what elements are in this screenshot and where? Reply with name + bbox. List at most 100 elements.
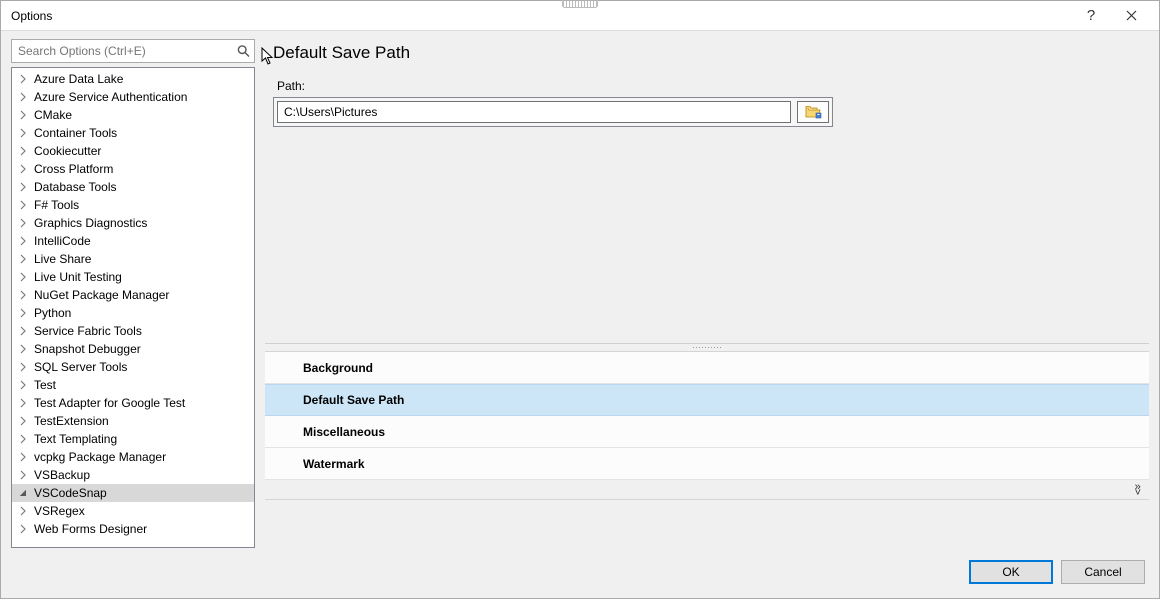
tree-item[interactable]: NuGet Package Manager: [12, 286, 254, 304]
tree-item[interactable]: Web Forms Designer: [12, 520, 254, 538]
chevron-expanded-icon[interactable]: [18, 488, 28, 498]
chevron-right-icon[interactable]: [18, 506, 28, 516]
chevron-right-icon[interactable]: [18, 218, 28, 228]
chevron-right-icon[interactable]: [18, 434, 28, 444]
section-list: BackgroundDefault Save PathMiscellaneous…: [265, 351, 1149, 480]
folder-open-icon: [805, 105, 822, 119]
chevron-right-icon[interactable]: [18, 362, 28, 372]
overflow-row: »˅: [265, 480, 1149, 500]
chevron-right-icon[interactable]: [18, 380, 28, 390]
tree-item-label: Azure Data Lake: [34, 72, 123, 86]
chevron-right-icon[interactable]: [18, 110, 28, 120]
tree-item[interactable]: Python: [12, 304, 254, 322]
tree-item[interactable]: Database Tools: [12, 178, 254, 196]
tree-item[interactable]: Test Adapter for Google Test: [12, 394, 254, 412]
chevron-right-icon[interactable]: [18, 290, 28, 300]
content-area: Azure Data Lake Azure Service Authenticat…: [1, 31, 1159, 554]
path-prefix: C:\Users\: [284, 105, 334, 119]
search-icon: [237, 45, 250, 58]
chevron-right-icon[interactable]: [18, 344, 28, 354]
tree-item[interactable]: Graphics Diagnostics: [12, 214, 254, 232]
dialog-footer: OK Cancel: [1, 554, 1159, 598]
path-row: C:\Users\Pictures: [273, 97, 833, 127]
tree-item[interactable]: IntelliCode: [12, 232, 254, 250]
titlebar-grip: [562, 0, 598, 8]
options-tree[interactable]: Azure Data Lake Azure Service Authenticat…: [11, 67, 255, 548]
chevron-right-icon[interactable]: [18, 236, 28, 246]
tree-item-label: CMake: [34, 108, 72, 122]
chevron-right-icon[interactable]: [18, 326, 28, 336]
section-item[interactable]: Background: [265, 352, 1149, 384]
left-column: Azure Data Lake Azure Service Authenticat…: [11, 39, 255, 548]
tree-item-label: vcpkg Package Manager: [34, 450, 166, 464]
splitter-grip[interactable]: [265, 343, 1149, 351]
tree-item[interactable]: Azure Data Lake: [12, 70, 254, 88]
tree-item-label: Test Adapter for Google Test: [34, 396, 185, 410]
page-heading: Default Save Path: [265, 39, 1149, 73]
tree-item-label: Snapshot Debugger: [34, 342, 141, 356]
close-icon: [1126, 10, 1137, 21]
chevron-right-icon[interactable]: [18, 146, 28, 156]
tree-item[interactable]: Text Templating: [12, 430, 254, 448]
tree-item-label: Container Tools: [34, 126, 117, 140]
tree-item[interactable]: Service Fabric Tools: [12, 322, 254, 340]
chevron-right-icon[interactable]: [18, 524, 28, 534]
tree-item-label: NuGet Package Manager: [34, 288, 169, 302]
tree-item[interactable]: VSCodeSnap: [12, 484, 254, 502]
path-group: Path: C:\Users\Pictures: [273, 73, 1149, 127]
tree-item-label: SQL Server Tools: [34, 360, 127, 374]
tree-item[interactable]: vcpkg Package Manager: [12, 448, 254, 466]
panel-spacer: [265, 127, 1149, 343]
tree-item[interactable]: SQL Server Tools: [12, 358, 254, 376]
tree-item-label: Text Templating: [34, 432, 117, 446]
tree-item[interactable]: Live Unit Testing: [12, 268, 254, 286]
path-input[interactable]: C:\Users\Pictures: [277, 101, 791, 123]
tree-item-label: TestExtension: [34, 414, 109, 428]
tree-item[interactable]: VSBackup: [12, 466, 254, 484]
tree-item[interactable]: TestExtension: [12, 412, 254, 430]
tree-item-label: Cookiecutter: [34, 144, 101, 158]
tree-item[interactable]: Cookiecutter: [12, 142, 254, 160]
tree-item[interactable]: Container Tools: [12, 124, 254, 142]
tree-item[interactable]: Live Share: [12, 250, 254, 268]
chevron-right-icon[interactable]: [18, 254, 28, 264]
chevron-right-icon[interactable]: [18, 200, 28, 210]
tree-item[interactable]: F# Tools: [12, 196, 254, 214]
tree-item-label: Live Share: [34, 252, 91, 266]
section-item[interactable]: Watermark: [265, 448, 1149, 480]
tree-item[interactable]: VSRegex: [12, 502, 254, 520]
browse-button[interactable]: [797, 101, 829, 123]
window-title: Options: [11, 9, 52, 23]
chevron-right-icon[interactable]: [18, 164, 28, 174]
ok-button[interactable]: OK: [969, 560, 1053, 584]
tree-item[interactable]: Test: [12, 376, 254, 394]
tree-item-label: Database Tools: [34, 180, 117, 194]
section-item[interactable]: Default Save Path: [265, 384, 1149, 416]
tree-item-label: Python: [34, 306, 71, 320]
tree-item[interactable]: Cross Platform: [12, 160, 254, 178]
close-button[interactable]: [1111, 2, 1151, 30]
chevron-down-icon[interactable]: »˅: [1135, 484, 1139, 496]
chevron-right-icon[interactable]: [18, 398, 28, 408]
cancel-button[interactable]: Cancel: [1061, 560, 1145, 584]
tree-item-label: Test: [34, 378, 56, 392]
chevron-right-icon[interactable]: [18, 92, 28, 102]
tree-item-label: Cross Platform: [34, 162, 113, 176]
tree-item[interactable]: Azure Service Authentication: [12, 88, 254, 106]
chevron-right-icon[interactable]: [18, 416, 28, 426]
search-input[interactable]: [11, 39, 255, 63]
section-item[interactable]: Miscellaneous: [265, 416, 1149, 448]
tree-item-label: VSRegex: [34, 504, 85, 518]
help-button[interactable]: ?: [1071, 2, 1111, 30]
tree-item[interactable]: Snapshot Debugger: [12, 340, 254, 358]
chevron-right-icon[interactable]: [18, 470, 28, 480]
chevron-right-icon[interactable]: [18, 452, 28, 462]
chevron-right-icon[interactable]: [18, 272, 28, 282]
tree-item-label: Live Unit Testing: [34, 270, 122, 284]
chevron-right-icon[interactable]: [18, 308, 28, 318]
path-label: Path:: [273, 79, 1149, 93]
chevron-right-icon[interactable]: [18, 74, 28, 84]
chevron-right-icon[interactable]: [18, 128, 28, 138]
chevron-right-icon[interactable]: [18, 182, 28, 192]
tree-item[interactable]: CMake: [12, 106, 254, 124]
